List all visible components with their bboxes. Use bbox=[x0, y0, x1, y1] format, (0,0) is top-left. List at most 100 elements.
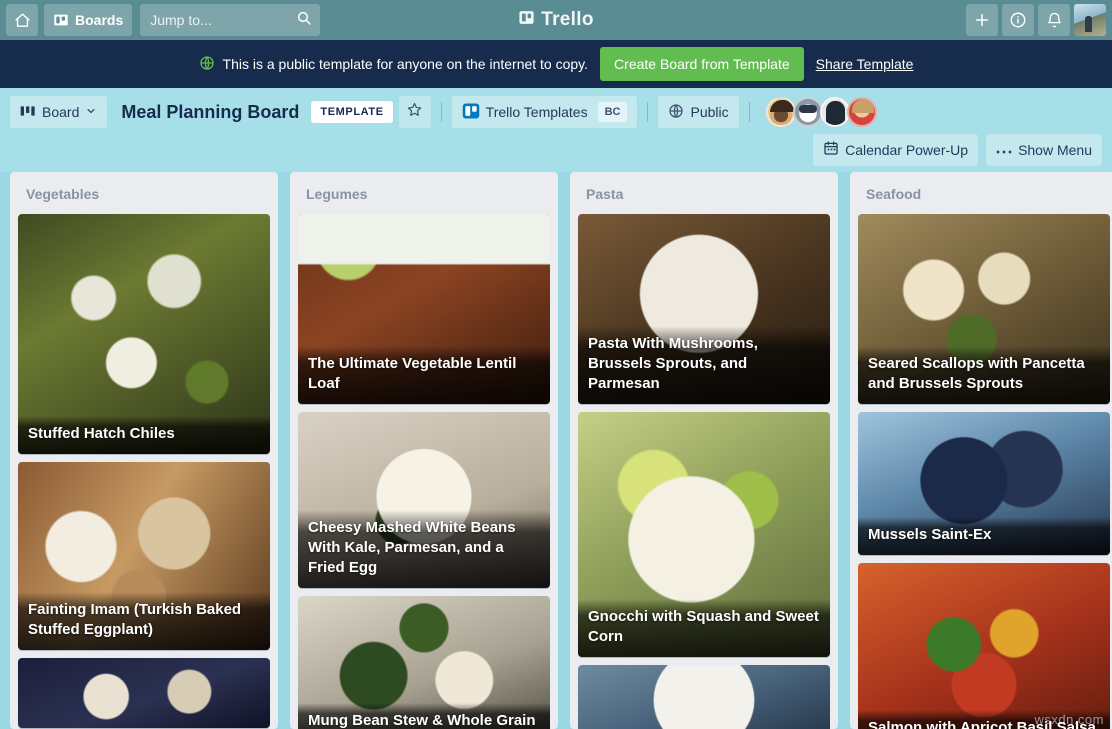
share-template-link[interactable]: Share Template bbox=[816, 56, 914, 72]
card[interactable]: Cheesy Mashed White Beans With Kale, Par… bbox=[298, 412, 550, 588]
home-button[interactable] bbox=[6, 4, 38, 36]
list[interactable]: Vegetables Stuffed Hatch Chiles Fainting I… bbox=[10, 172, 278, 729]
workspace-label: Trello Templates bbox=[485, 104, 588, 120]
card-cover-photo bbox=[18, 658, 270, 728]
star-board-button[interactable] bbox=[398, 96, 431, 128]
header-divider bbox=[440, 102, 442, 122]
card-title: The Ultimate Vegetable Lentil Loaf bbox=[298, 346, 550, 404]
card[interactable] bbox=[578, 665, 830, 729]
card[interactable]: Seared Scallops with Pancetta and Brusse… bbox=[858, 214, 1110, 404]
card[interactable]: Fainting Imam (Turkish Baked Stuffed Egg… bbox=[18, 462, 270, 650]
board-icon bbox=[53, 12, 69, 28]
page-title: Meal Planning Board bbox=[121, 101, 300, 122]
board-header-row-secondary: Calendar Power-Up Show Menu bbox=[10, 128, 1102, 172]
member-avatar-1[interactable] bbox=[765, 97, 796, 127]
board-members bbox=[765, 97, 877, 127]
board-view-icon bbox=[20, 104, 36, 121]
card-cover-image bbox=[578, 665, 830, 729]
member-avatar-3[interactable] bbox=[819, 97, 850, 127]
card-title: Fainting Imam (Turkish Baked Stuffed Egg… bbox=[18, 592, 270, 650]
trello-logo-icon bbox=[518, 9, 535, 32]
card[interactable]: Salmon with Apricot Basil Salsa bbox=[858, 563, 1110, 729]
card-title: Gnocchi with Squash and Sweet Corn bbox=[578, 599, 830, 657]
card-title: Pasta With Mushrooms, Brussels Sprouts, … bbox=[578, 326, 830, 404]
card[interactable]: The Ultimate Vegetable Lentil Loaf bbox=[298, 214, 550, 404]
list-title[interactable]: Seafood bbox=[858, 180, 1110, 214]
star-icon bbox=[406, 101, 423, 123]
card-cover-image: Stuffed Hatch Chiles bbox=[18, 214, 270, 454]
workspace-button[interactable]: Trello Templates BC bbox=[451, 96, 638, 128]
card-title: Mung Bean Stew & Whole Grain bbox=[298, 703, 550, 729]
user-avatar[interactable] bbox=[1074, 4, 1106, 36]
template-banner: This is a public template for anyone on … bbox=[0, 40, 1112, 88]
card-cover-image bbox=[18, 658, 270, 728]
card-title: Salmon with Apricot Basil Salsa bbox=[858, 710, 1110, 729]
ellipsis-icon bbox=[996, 142, 1012, 158]
notifications-button[interactable] bbox=[1038, 4, 1070, 36]
list-title[interactable]: Legumes bbox=[298, 180, 550, 214]
card-cover-image: Pasta With Mushrooms, Brussels Sprouts, … bbox=[578, 214, 830, 404]
board-view-switcher[interactable]: Board bbox=[10, 96, 108, 128]
card-cover-image: Mung Bean Stew & Whole Grain bbox=[298, 596, 550, 729]
globe-icon bbox=[199, 55, 215, 74]
add-button[interactable] bbox=[966, 4, 998, 36]
calendar-powerup-label: Calendar Power-Up bbox=[845, 141, 969, 158]
template-badge: TEMPLATE bbox=[311, 101, 393, 123]
workspace-plan-badge: BC bbox=[597, 102, 628, 122]
header-divider bbox=[748, 102, 750, 122]
search-placeholder: Jump to... bbox=[150, 12, 212, 28]
card-cover-image: Fainting Imam (Turkish Baked Stuffed Egg… bbox=[18, 462, 270, 650]
show-menu-label: Show Menu bbox=[1018, 141, 1092, 158]
card-cover-photo bbox=[858, 563, 1110, 729]
list[interactable]: Legumes The Ultimate Vegetable Lentil Loa… bbox=[290, 172, 558, 729]
search-input[interactable]: Jump to... bbox=[140, 4, 321, 36]
search-icon[interactable] bbox=[296, 10, 312, 31]
home-icon bbox=[14, 12, 31, 29]
card-cover-image: Gnocchi with Squash and Sweet Corn bbox=[578, 412, 830, 657]
brand-label: Trello bbox=[541, 9, 594, 30]
card[interactable] bbox=[18, 658, 270, 728]
card-title: Mussels Saint-Ex bbox=[858, 517, 1110, 555]
card-cover-photo bbox=[578, 665, 830, 729]
member-avatar-4[interactable] bbox=[846, 97, 877, 127]
plus-icon bbox=[973, 11, 991, 29]
calendar-powerup-button[interactable]: Calendar Power-Up bbox=[813, 133, 979, 166]
header-divider bbox=[647, 102, 649, 122]
visibility-label: Public bbox=[690, 104, 729, 120]
info-icon bbox=[1009, 11, 1027, 29]
boards-button[interactable]: Boards bbox=[44, 4, 133, 36]
card[interactable]: Gnocchi with Squash and Sweet Corn bbox=[578, 412, 830, 657]
list-title[interactable]: Vegetables bbox=[18, 180, 270, 214]
banner-message: This is a public template for anyone on … bbox=[222, 56, 589, 72]
card-cover-image: Seared Scallops with Pancetta and Brusse… bbox=[858, 214, 1110, 404]
card-cover-image: The Ultimate Vegetable Lentil Loaf bbox=[298, 214, 550, 404]
create-board-from-template-button[interactable]: Create Board from Template bbox=[600, 47, 804, 81]
trello-logo-icon bbox=[462, 102, 480, 123]
list-title[interactable]: Pasta bbox=[578, 180, 830, 214]
list[interactable]: Pasta Pasta With Mushrooms, Brussels Spro… bbox=[570, 172, 838, 729]
info-button[interactable] bbox=[1002, 4, 1034, 36]
boards-button-label: Boards bbox=[75, 12, 124, 28]
board-header: Board Meal Planning Board TEMPLATE Trell… bbox=[0, 88, 1112, 172]
board-header-row-primary: Board Meal Planning Board TEMPLATE Trell… bbox=[10, 96, 1102, 128]
card[interactable]: Mussels Saint-Ex bbox=[858, 412, 1110, 555]
nav-right-group bbox=[966, 4, 1106, 36]
card-title: Cheesy Mashed White Beans With Kale, Par… bbox=[298, 510, 550, 588]
show-menu-button[interactable]: Show Menu bbox=[986, 133, 1102, 166]
card-cover-image: Salmon with Apricot Basil Salsa bbox=[858, 563, 1110, 729]
calendar-icon bbox=[823, 140, 839, 159]
card-title: Seared Scallops with Pancetta and Brusse… bbox=[858, 346, 1110, 404]
card[interactable]: Pasta With Mushrooms, Brussels Sprouts, … bbox=[578, 214, 830, 404]
chevron-down-icon bbox=[85, 104, 97, 120]
card-cover-image: Mussels Saint-Ex bbox=[858, 412, 1110, 555]
board-canvas[interactable]: Vegetables Stuffed Hatch Chiles Fainting I… bbox=[0, 172, 1112, 729]
card[interactable]: Stuffed Hatch Chiles bbox=[18, 214, 270, 454]
member-avatar-2[interactable] bbox=[792, 97, 823, 127]
banner-message-group: This is a public template for anyone on … bbox=[199, 55, 589, 74]
card[interactable]: Mung Bean Stew & Whole Grain bbox=[298, 596, 550, 729]
card-cover-image: Cheesy Mashed White Beans With Kale, Par… bbox=[298, 412, 550, 588]
card-title: Stuffed Hatch Chiles bbox=[18, 416, 270, 454]
list[interactable]: Seafood Seared Scallops with Pancetta and… bbox=[850, 172, 1112, 729]
globe-icon bbox=[668, 103, 684, 122]
visibility-button[interactable]: Public bbox=[658, 96, 739, 128]
